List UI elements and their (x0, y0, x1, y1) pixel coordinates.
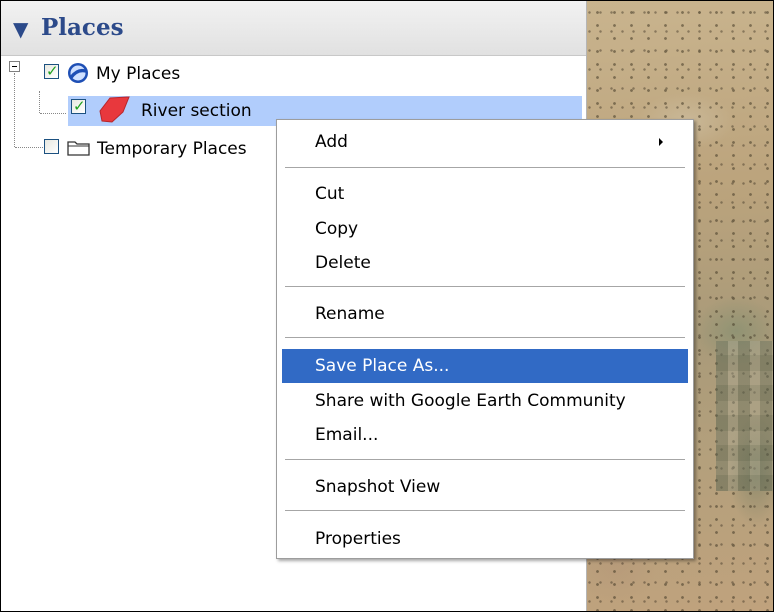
folder-icon (67, 141, 90, 156)
menu-item-copy-label: Copy (315, 219, 359, 239)
menu-item-snapshot-view-label: Snapshot View (315, 477, 441, 497)
menu-item-add-label: Add (315, 132, 348, 152)
menu-separator (285, 167, 685, 168)
menu-item-delete-label: Delete (315, 253, 371, 273)
context-menu: Add Cut Copy Delete Rename Save Place As… (276, 119, 694, 559)
menu-item-copy[interactable]: Copy (282, 212, 688, 246)
places-panel-header[interactable]: ▼ Places (1, 1, 586, 56)
menu-item-rename[interactable]: Rename (282, 297, 688, 331)
menu-item-properties-label: Properties (315, 529, 401, 549)
tree-item-temporary-places[interactable]: Temporary Places (97, 139, 247, 159)
menu-separator (285, 459, 685, 460)
menu-item-share-label: Share with Google Earth Community (315, 391, 626, 411)
tree-connector (40, 113, 66, 114)
triangle-down-icon[interactable]: ▼ (13, 17, 28, 41)
tree-item-river-section[interactable]: River section (141, 101, 252, 121)
menu-item-email-label: Email... (315, 425, 379, 445)
menu-item-rename-label: Rename (315, 304, 385, 324)
checkmark-icon: ✓ (73, 97, 86, 115)
menu-item-save-place-as[interactable]: Save Place As... (282, 349, 688, 383)
submenu-arrow-icon (659, 138, 663, 146)
menu-item-snapshot-view[interactable]: Snapshot View (282, 470, 688, 504)
menu-separator (285, 286, 685, 287)
menu-item-properties[interactable]: Properties (282, 522, 688, 556)
river-section-checkbox[interactable]: ✓ (71, 97, 86, 115)
google-earth-globe-icon (68, 63, 88, 83)
temporary-places-checkbox[interactable] (44, 139, 59, 154)
tree-connector (39, 91, 40, 113)
red-polygon-icon (99, 96, 130, 123)
menu-item-cut[interactable]: Cut (282, 177, 688, 211)
menu-item-share[interactable]: Share with Google Earth Community (282, 384, 688, 418)
map-fields-area (716, 341, 773, 491)
checkmark-icon: ✓ (46, 62, 59, 80)
places-panel-title: Places (41, 14, 124, 41)
tree-collapse-toggle[interactable] (9, 61, 20, 72)
menu-item-add[interactable]: Add (282, 125, 688, 159)
menu-item-email[interactable]: Email... (282, 418, 688, 452)
google-earth-window: ▼ Places ✓ My Places ✓ River section Tem… (0, 0, 774, 612)
tree-connector (15, 147, 43, 148)
tree-connector (14, 73, 15, 147)
tree-item-my-places[interactable]: My Places (96, 64, 180, 84)
my-places-checkbox[interactable]: ✓ (44, 62, 59, 80)
menu-separator (285, 510, 685, 511)
menu-separator (285, 337, 685, 338)
menu-item-cut-label: Cut (315, 184, 345, 204)
menu-item-save-place-as-label: Save Place As... (315, 356, 450, 376)
menu-item-delete[interactable]: Delete (282, 246, 688, 280)
